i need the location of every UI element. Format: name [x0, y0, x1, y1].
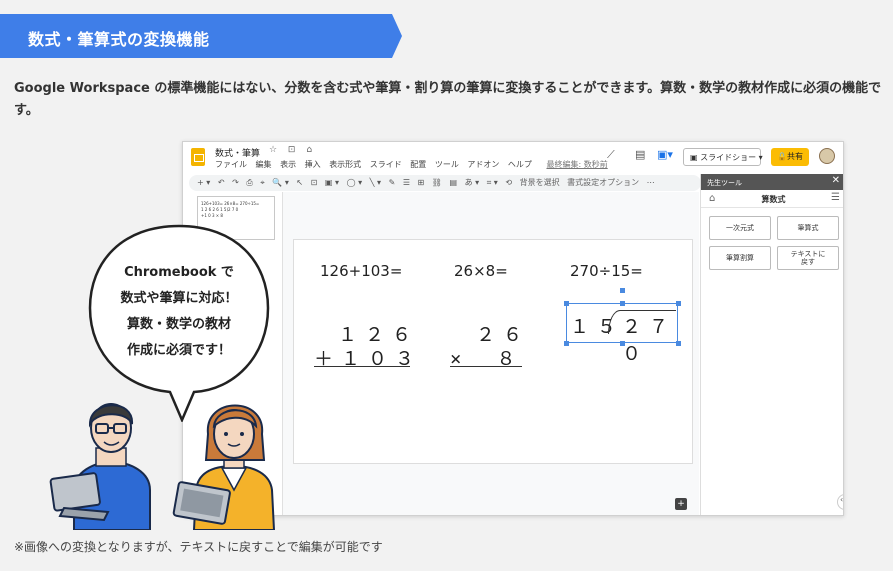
chevron-left-icon[interactable]: ‹	[837, 494, 843, 510]
woman-figure	[172, 404, 276, 530]
menu-insert[interactable]: 挿入	[305, 160, 321, 169]
close-icon[interactable]: ✕	[832, 175, 840, 186]
app-topbar: 数式・筆算 ☆ ⊡ ⌂ ファイル 編集 表示 挿入 表示形式 スライド 配置 ツ…	[183, 142, 843, 174]
zoom-icon[interactable]: 🔍 ▾	[272, 178, 289, 187]
bubble-message: Chromebook で 数式や筆算に対応！ 算数・数学の教材 作成に必須です！	[120, 265, 238, 358]
image-icon[interactable]: ▣ ▾	[325, 178, 339, 187]
border-weight-icon[interactable]: ☰	[403, 178, 410, 187]
feature-description: Google Workspace の標準機能にはない、分数を含む式や筆算・割り算…	[14, 81, 882, 118]
long-division-button[interactable]: 筆算割算	[709, 246, 771, 270]
panel-subheader: ⌂ 算数式 ☰	[701, 190, 843, 208]
column-multiplication-top[interactable]: ２６	[476, 320, 530, 347]
pen-icon[interactable]: ✎	[389, 178, 396, 187]
column-addition-top[interactable]: １２６	[338, 320, 419, 347]
background-select-button[interactable]: 背景を選択	[520, 178, 560, 187]
slide-canvas[interactable]: 126+103= 26×8= 270÷15= １２６ ＋１０３ ２６ × ８ １…	[293, 239, 693, 464]
resize-handle[interactable]	[676, 301, 681, 306]
rotate-icon[interactable]: ⟲	[505, 178, 512, 187]
print-icon[interactable]: ⎙	[246, 178, 252, 187]
resize-handle[interactable]	[564, 341, 569, 346]
equation-division[interactable]: 270÷15=	[570, 262, 643, 280]
slideshow-button[interactable]: ▣ スライドショー ▾	[683, 148, 763, 166]
line-icon[interactable]: ╲ ▾	[370, 178, 381, 187]
menu-bar: ファイル 編集 表示 挿入 表示形式 スライド 配置 ツール アドオン ヘルプ …	[215, 159, 614, 170]
footnote: ※画像への変換となりますが、テキストに戻すことで編集が可能です	[14, 540, 383, 554]
link-icon[interactable]: ⛓	[432, 178, 442, 187]
resize-handle[interactable]	[620, 301, 625, 306]
hamburger-menu-icon[interactable]: ☰	[831, 192, 840, 203]
menu-addons[interactable]: アドオン	[467, 160, 499, 169]
explore-icon[interactable]: +	[675, 498, 687, 510]
column-equation-button[interactable]: 筆算式	[777, 216, 839, 240]
crop-icon[interactable]: ⌗ ▾	[487, 178, 498, 187]
people-illustration	[49, 403, 276, 530]
new-slide-button[interactable]: + ▾	[197, 178, 210, 187]
more-icon[interactable]: ⋯	[647, 178, 655, 187]
panel-header: 先生ツール ✕	[701, 174, 843, 190]
menu-arrange[interactable]: 配置	[410, 160, 426, 169]
paint-format-icon[interactable]: ⌖	[260, 178, 265, 187]
share-button[interactable]: 🔒共有	[771, 148, 809, 166]
shape-icon[interactable]: ◯ ▾	[347, 178, 363, 187]
undo-icon[interactable]: ↶	[218, 178, 225, 187]
menu-edit[interactable]: 編集	[256, 160, 272, 169]
multiplication-underline	[450, 366, 522, 367]
linear-equation-button[interactable]: 一次元式	[709, 216, 771, 240]
equation-multiplication[interactable]: 26×8=	[454, 262, 508, 280]
equation-addition[interactable]: 126+103=	[320, 262, 402, 280]
lock-icon: 🔒	[777, 152, 787, 161]
select-cursor-icon[interactable]: ↖	[296, 178, 303, 187]
slides-logo-icon[interactable]	[191, 148, 205, 166]
activity-trend-icon[interactable]: ⟋	[607, 148, 615, 162]
format-options-button[interactable]: 書式設定オプション	[567, 178, 639, 187]
division-dividend: ２７０	[622, 316, 677, 365]
section-title: 数式・筆算式の変換機能	[28, 30, 210, 49]
menu-slide[interactable]: スライド	[370, 160, 402, 169]
menu-view[interactable]: 表示	[280, 160, 296, 169]
division-line	[620, 310, 676, 311]
document-title[interactable]: 数式・筆算	[215, 146, 260, 159]
resize-handle[interactable]	[564, 301, 569, 306]
man-figure	[49, 403, 151, 530]
revert-to-text-button[interactable]: テキストに 戻す	[777, 246, 839, 270]
panel-title: 算数式	[761, 195, 786, 204]
section-banner: 数式・筆算式の変換機能	[0, 14, 402, 58]
menu-tools[interactable]: ツール	[435, 160, 459, 169]
slide-canvas-area: 126+103= 26×8= 270÷15= １２６ ＋１０３ ２６ × ８ １…	[283, 192, 699, 515]
comment-icon[interactable]: ▤	[449, 178, 457, 187]
user-avatar[interactable]	[819, 148, 835, 164]
border-dash-icon[interactable]: ⊞	[418, 178, 425, 187]
meet-icon[interactable]: ▣▾	[657, 148, 673, 161]
menu-file[interactable]: ファイル	[215, 160, 247, 169]
present-icon: ▣	[690, 153, 701, 162]
comment-history-icon[interactable]: ▤	[635, 148, 645, 161]
last-edit-link[interactable]: 最終編集: 数秒前	[546, 160, 607, 169]
rotate-handle[interactable]	[620, 288, 625, 293]
star-move-cloud-icons[interactable]: ☆ ⊡ ⌂	[269, 145, 316, 155]
addition-underline	[314, 366, 410, 367]
textbox-icon[interactable]: ⊡	[311, 178, 318, 187]
teacher-tools-panel: 先生ツール ✕ ⌂ 算数式 ☰ 一次元式 筆算式 筆算割算 テキストに 戻す ‹	[700, 174, 843, 515]
menu-format[interactable]: 表示形式	[329, 160, 361, 169]
redo-icon[interactable]: ↷	[232, 178, 239, 187]
chevron-down-icon[interactable]: ▾	[756, 153, 763, 162]
menu-help[interactable]: ヘルプ	[508, 160, 532, 169]
text-style-icon[interactable]: あ ▾	[465, 178, 480, 187]
page: 数式・筆算式の変換機能 Google Workspace の標準機能にはない、分…	[0, 0, 893, 571]
editing-toolbar: + ▾ ↶ ↷ ⎙ ⌖ 🔍 ▾ ↖ ⊡ ▣ ▾ ◯ ▾ ╲ ▾ ✎ ☰ ⊞ ⛓ …	[189, 175, 701, 191]
